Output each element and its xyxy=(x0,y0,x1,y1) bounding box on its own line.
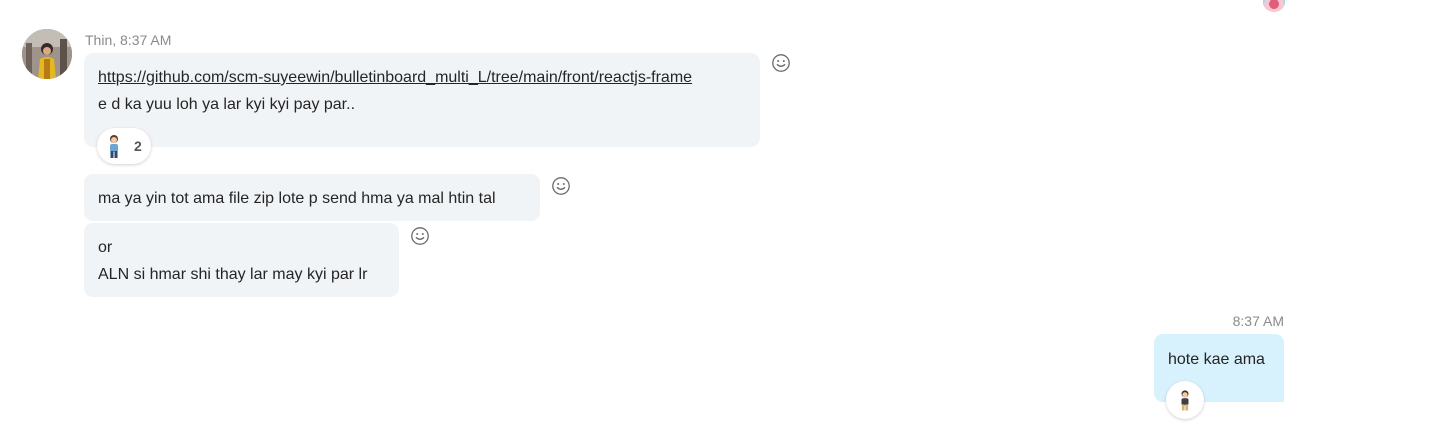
message-text-line: or xyxy=(98,239,113,256)
add-reaction-smiley-icon[interactable] xyxy=(551,176,571,196)
chat-conversation: Thin, 8:37 AM https://github.com/scm-suy… xyxy=(0,0,1434,424)
message-text: ma ya yin tot ama file zip lote p send h… xyxy=(98,190,496,207)
message-bubble[interactable]: or ALN si hmar shi thay lar may kyi par … xyxy=(84,223,399,297)
person-emoji-icon xyxy=(1181,390,1189,411)
add-reaction-smiley-icon[interactable] xyxy=(771,53,791,73)
participant-avatar[interactable] xyxy=(1263,0,1285,12)
message-text: e d ka yuu loh ya lar kyi kyi pay par.. xyxy=(98,96,356,113)
message-bubble[interactable]: https://github.com/scm-suyeewin/bulletin… xyxy=(84,53,760,147)
add-reaction-smiley-icon[interactable] xyxy=(410,226,430,246)
outgoing-message-time: 8:37 AM xyxy=(1232,313,1284,329)
message-text-line: ALN si hmar shi thay lar may kyi par lr xyxy=(98,266,368,283)
sender-avatar[interactable] xyxy=(22,29,72,79)
message-sender-time: Thin, 8:37 AM xyxy=(85,32,172,48)
reaction-count: 2 xyxy=(134,138,142,154)
person-emoji-icon xyxy=(110,135,118,158)
message-link[interactable]: https://github.com/scm-suyeewin/bulletin… xyxy=(98,64,692,91)
reaction-chip[interactable]: 2 xyxy=(97,128,151,164)
message-text: hote kae ama xyxy=(1168,351,1265,368)
reaction-chip[interactable] xyxy=(1166,381,1204,419)
message-bubble[interactable]: ma ya yin tot ama file zip lote p send h… xyxy=(84,174,540,221)
